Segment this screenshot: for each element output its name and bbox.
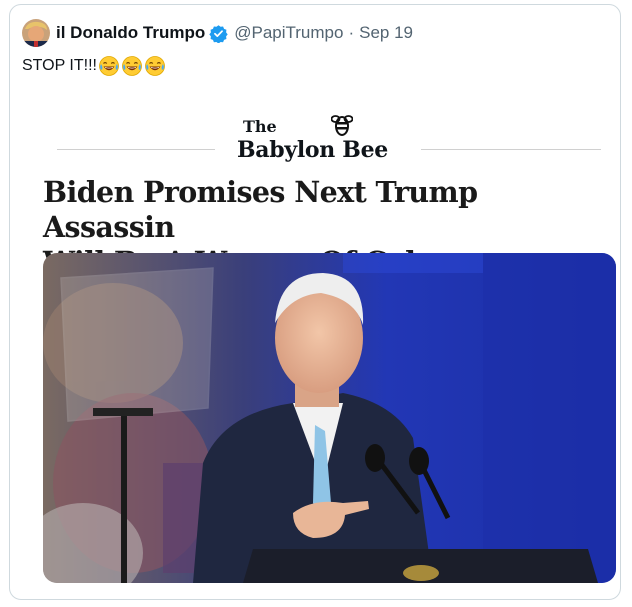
embedded-image[interactable]: The Babylon Bee Biden Promises Next Trum…: [21, 95, 616, 593]
user-handle[interactable]: @PapiTrumpo: [234, 23, 343, 43]
headline-line-1: Biden Promises Next Trump Assassin: [43, 175, 478, 244]
tweet-text: STOP IT!!!: [22, 55, 166, 77]
laughing-emoji-icon: [144, 55, 166, 77]
laughing-emoji-icon: [98, 55, 120, 77]
tweet-header: il Donaldo Trumpo @PapiTrumpo · Sep 19: [22, 19, 413, 47]
user-avatar[interactable]: [22, 19, 50, 47]
display-name[interactable]: il Donaldo Trumpo: [56, 23, 205, 43]
laughing-emoji-icon: [121, 55, 143, 77]
divider: [57, 149, 215, 150]
article-photo[interactable]: [43, 253, 616, 583]
tweet-date[interactable]: Sep 19: [359, 23, 413, 43]
verified-badge-icon: [209, 24, 228, 44]
logo-the-text: The: [243, 117, 277, 136]
tweet-card[interactable]: il Donaldo Trumpo @PapiTrumpo · Sep 19 S…: [9, 4, 621, 600]
babylon-bee-logo: The Babylon Bee: [221, 107, 421, 167]
babylon-bee-masthead: The Babylon Bee: [21, 105, 611, 165]
bee-icon: [330, 112, 354, 138]
tweet-body: STOP IT!!!: [22, 57, 97, 74]
logo-name-text: Babylon Bee: [237, 137, 388, 163]
separator-dot: ·: [348, 23, 355, 42]
divider: [421, 149, 601, 150]
